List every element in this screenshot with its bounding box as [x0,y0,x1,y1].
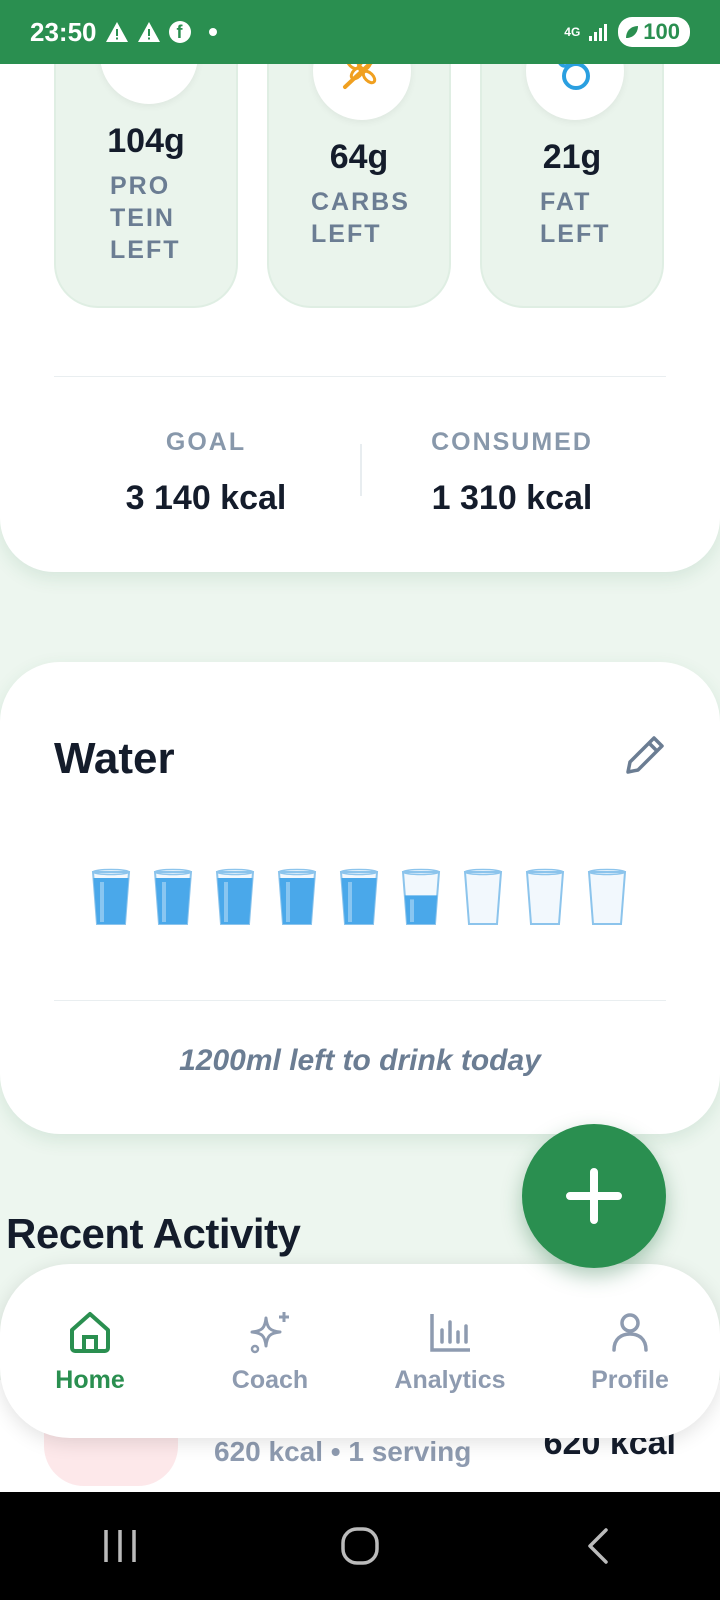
back-icon[interactable] [580,1526,620,1566]
add-button[interactable] [522,1124,666,1268]
bottom-navigation: Home Coach Analytics Profile [0,1264,720,1438]
consumed-value: 1 310 kcal [431,479,593,517]
nav-item-home[interactable]: Home [10,1308,170,1395]
activity-details: 620 kcal • 1 serving [214,1436,472,1467]
warning-icon [105,22,128,42]
water-glasses-row [90,868,628,928]
fat-label: FAT LEFT [540,188,611,248]
carbs-label: CARBS LEFT [311,188,410,248]
goal-label: GOAL [165,428,247,456]
network-type: 4G [564,25,581,39]
notification-dot-icon [208,28,217,36]
status-time: 23:50 [30,16,97,47]
system-navigation-bar [0,1492,720,1600]
water-glass-icon[interactable] [276,868,318,928]
nav-label-analytics: Analytics [394,1365,506,1394]
status-bar: 23:50 f 4G 100 [0,0,720,64]
nav-item-analytics[interactable]: Analytics [370,1308,530,1395]
nutrition-summary-card: 104g PRO TEIN LEFT 64g CARBS LEFT 21g FA… [0,0,720,572]
water-glass-icon[interactable] [152,868,194,928]
goal-block: GOAL 3 140 kcal [56,428,356,518]
nav-item-coach[interactable]: Coach [190,1308,350,1395]
water-title: Water [54,734,175,783]
carbs-value: 64g [329,138,389,176]
protein-value: 104g [107,122,185,160]
person-icon [612,1312,648,1352]
water-glass-icon[interactable] [524,868,566,928]
water-glass-icon[interactable] [214,868,256,928]
recent-activity-title: Recent Activity [6,1210,301,1257]
water-glass-icon[interactable] [400,868,442,928]
goal-value: 3 140 kcal [125,479,287,517]
nav-item-profile[interactable]: Profile [550,1308,710,1395]
water-glass-icon[interactable] [586,868,628,928]
fat-value: 21g [542,138,602,176]
recents-icon[interactable] [100,1526,140,1566]
water-remaining-text: 1200ml left to drink today [179,1044,541,1077]
leaf-icon [626,26,639,38]
plus-icon [566,1168,622,1224]
water-card: Water 1200ml left to drink today [0,662,720,1134]
signal-icon [589,24,608,41]
protein-label: PRO TEIN LEFT [110,172,181,264]
battery-level: 100 [643,19,680,44]
warning-icon [137,22,160,42]
water-glass-icon[interactable] [90,868,132,928]
water-glass-icon[interactable] [338,868,380,928]
consumed-block: CONSUMED 1 310 kcal [362,428,662,518]
pencil-icon [626,736,664,774]
nav-label-home: Home [55,1365,125,1394]
nav-label-coach: Coach [231,1365,309,1394]
sparkle-icon [250,1311,289,1353]
edit-water-button[interactable] [618,730,670,782]
home-icon [70,1311,110,1353]
facebook-icon: f [168,21,191,43]
home-circle-icon[interactable] [340,1526,380,1566]
water-glass-icon[interactable] [462,868,504,928]
bar-chart-icon [430,1313,470,1352]
battery-indicator: 100 [618,17,690,47]
divider [54,1000,666,1001]
nav-label-profile: Profile [591,1365,669,1394]
consumed-label: CONSUMED [431,428,593,456]
divider [54,376,666,377]
